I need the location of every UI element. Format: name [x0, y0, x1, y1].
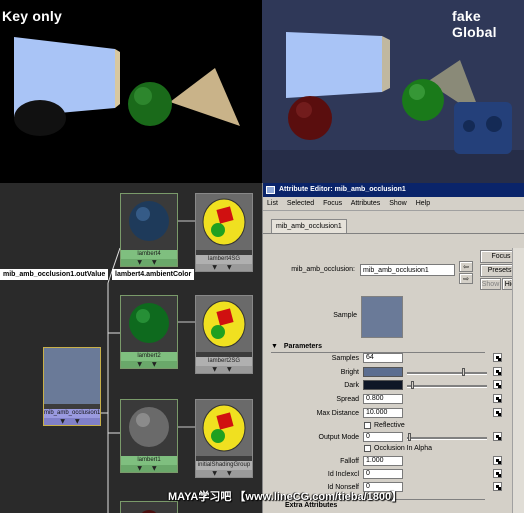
render-left-label: Key only	[2, 8, 62, 24]
render-key-only-image	[14, 37, 240, 136]
samples-label: Samples	[331, 355, 359, 362]
tab-mib-amb-occlusion1[interactable]: mib_amb_occlusion1	[271, 219, 347, 233]
max-distance-field[interactable]: 10.000	[363, 408, 403, 418]
node-ports[interactable]: ▼ ▼	[121, 259, 177, 266]
occlusion-in-alpha-checkbox[interactable]	[364, 445, 371, 452]
bright-slider-thumb[interactable]	[462, 368, 466, 376]
tab-row: mib_amb_occlusion1	[263, 211, 524, 234]
bright-slider-track[interactable]	[407, 372, 487, 375]
output-mode-slider-track[interactable]	[407, 437, 487, 440]
dark-color-swatch[interactable]	[363, 380, 403, 390]
samples-field[interactable]: 64	[363, 353, 403, 363]
attribute-editor-window[interactable]: Attribute Editor: mib_amb_occlusion1 Lis…	[262, 183, 524, 513]
watermark-text: MAYA学习吧 【www.lineCG.com/tieba/1800】	[168, 491, 403, 503]
id-inclexcl-field[interactable]: 0	[363, 469, 403, 479]
node-label: mib_amb_occlusion1	[44, 409, 100, 418]
reflective-label: Reflective	[374, 422, 405, 429]
node-label: lambert4	[121, 250, 177, 259]
parameters-section-header[interactable]: ▼ Parameters	[271, 341, 485, 353]
output-mode-slider-thumb[interactable]	[408, 433, 411, 441]
id-inclexcl-map-icon[interactable]	[493, 469, 502, 478]
input-connection-icon[interactable]: ⇦	[459, 261, 473, 272]
falloff-map-icon[interactable]	[493, 456, 502, 465]
node-type-label: mib_amb_occlusion:	[291, 266, 355, 273]
output-mode-field[interactable]: 0	[363, 432, 403, 442]
node-lambert4-swatch	[121, 194, 177, 250]
attribute-editor-scrollbar[interactable]	[512, 248, 524, 513]
node-ports[interactable]: ▼ ▼	[44, 418, 100, 425]
node-lambert4sg-swatch	[196, 194, 252, 250]
menu-help[interactable]: Help	[416, 200, 430, 207]
bright-map-icon[interactable]	[493, 367, 502, 376]
node-label: lambert2SG	[196, 357, 252, 366]
dark-slider-thumb[interactable]	[410, 381, 414, 389]
falloff-label: Falloff	[340, 458, 359, 465]
node-label: initialShadingGroup	[196, 461, 252, 470]
bright-label: Bright	[340, 369, 359, 376]
render-right-label: fake Global	[452, 8, 497, 40]
spread-map-icon[interactable]	[493, 394, 502, 403]
dark-map-icon[interactable]	[493, 380, 502, 389]
node-label: lambert1	[121, 456, 177, 465]
node-mib-amb-occlusion1-swatch	[44, 348, 100, 404]
falloff-field[interactable]: 1.000	[363, 456, 403, 466]
node-ports[interactable]: ▼ ▼	[196, 366, 252, 373]
node-lambert4[interactable]: lambert4 ▼ ▼	[120, 193, 178, 267]
max-distance-label: Max Distance	[316, 410, 359, 417]
node-initialshadinggroup[interactable]: initialShadingGroup ▼ ▼	[195, 399, 253, 478]
id-inclexcl-label: Id Inclexcl	[327, 471, 359, 478]
bright-color-swatch[interactable]	[363, 367, 403, 377]
dark-label: Dark	[344, 382, 359, 389]
collapse-arrow-icon[interactable]: ▼	[271, 343, 278, 350]
node-ports[interactable]: ▼ ▼	[121, 361, 177, 368]
attribute-editor-titlebar[interactable]: Attribute Editor: mib_amb_occlusion1	[263, 183, 524, 197]
connection-dest-label: lambert4.ambientColor	[112, 269, 195, 280]
sample-swatch[interactable]	[361, 296, 403, 338]
node-ports[interactable]: ▼ ▼	[196, 470, 252, 477]
node-ports[interactable]: ▼ ▼	[196, 264, 252, 271]
window-icon	[266, 186, 275, 194]
render-key-only: Key only	[0, 0, 262, 183]
menu-show[interactable]: Show	[389, 200, 407, 207]
menu-attributes[interactable]: Attributes	[351, 200, 381, 207]
menu-selected[interactable]: Selected	[287, 200, 314, 207]
attribute-editor-menubar: List Selected Focus Attributes Show Help	[263, 197, 524, 211]
max-distance-map-icon[interactable]	[493, 408, 502, 417]
dark-slider-track[interactable]	[407, 385, 487, 388]
output-connection-icon[interactable]: ⇨	[459, 273, 473, 284]
attribute-editor-title: Attribute Editor: mib_amb_occlusion1	[279, 186, 406, 193]
menu-list[interactable]: List	[267, 200, 278, 207]
spread-field[interactable]: 0.800	[363, 394, 403, 404]
node-mib-amb-occlusion1[interactable]: mib_amb_occlusion1 ▼ ▼	[43, 347, 101, 426]
sample-label: Sample	[333, 312, 357, 319]
node-lambert4sg[interactable]: lambert4SG ▼ ▼	[195, 193, 253, 272]
connection-source-label: mib_amb_occlusion1.outValue	[0, 269, 109, 280]
show-button[interactable]: Show	[480, 278, 501, 290]
node-lambert2sg[interactable]: lambert2SG ▼ ▼	[195, 295, 253, 374]
node-lambert2sg-swatch	[196, 296, 252, 352]
node-label: lambert2	[121, 352, 177, 361]
node-ports[interactable]: ▼ ▼	[121, 465, 177, 472]
node-initialshadinggroup-swatch	[196, 400, 252, 456]
id-nonself-map-icon[interactable]	[493, 482, 502, 491]
output-mode-map-icon[interactable]	[493, 432, 502, 441]
node-label: lambert4SG	[196, 255, 252, 264]
node-name-field[interactable]: mib_amb_occlusion1	[360, 264, 455, 276]
hypergraph-panel[interactable]: lambert4 ▼ ▼ lambert4SG ▼ ▼ lambert2 ▼ ▼…	[0, 183, 262, 513]
node-lambert1[interactable]: lambert1 ▼ ▼	[120, 399, 178, 473]
occlusion-in-alpha-label: Occlusion In Alpha	[374, 445, 432, 452]
menu-focus[interactable]: Focus	[323, 200, 342, 207]
render-fake-global: fake Global	[262, 0, 524, 183]
reflective-checkbox[interactable]	[364, 422, 371, 429]
node-lambert2-swatch	[121, 296, 177, 352]
parameters-section-title: Parameters	[283, 343, 323, 350]
node-lambert2[interactable]: lambert2 ▼ ▼	[120, 295, 178, 369]
node-lambert1-swatch	[121, 400, 177, 456]
spread-label: Spread	[336, 396, 359, 403]
samples-map-icon[interactable]	[493, 353, 502, 362]
output-mode-label: Output Mode	[318, 434, 359, 441]
